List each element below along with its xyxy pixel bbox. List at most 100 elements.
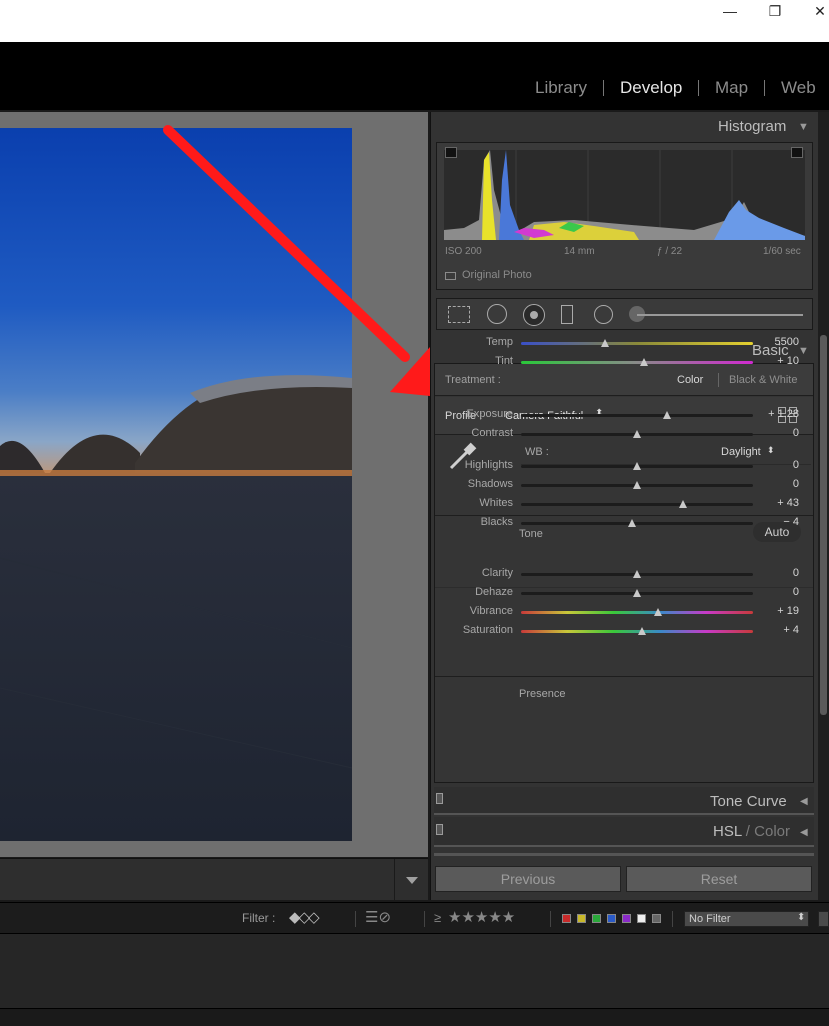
expand-triangle-icon[interactable]: ◀ — [800, 827, 808, 838]
filter-preset-value: No Filter — [689, 913, 731, 925]
treatment-label: Treatment : — [445, 374, 501, 386]
collapse-triangle-icon[interactable]: ▼ — [798, 121, 809, 133]
filter-lock-icon[interactable] — [818, 911, 829, 927]
collapse-triangle-icon[interactable]: ▼ — [798, 345, 809, 357]
star-rating-filter[interactable]: ★★★★★ — [448, 908, 515, 926]
graduated-filter-icon[interactable] — [561, 305, 573, 324]
tool-strip — [436, 298, 813, 330]
rating-operator[interactable]: ≥ — [434, 910, 441, 925]
slider-thumb-blacks[interactable] — [628, 519, 637, 527]
filter-preset-select[interactable]: No Filter ⬍ — [684, 911, 809, 927]
slider-thumb-temp[interactable] — [600, 339, 609, 347]
slider-value-temp[interactable]: 5500 — [759, 336, 799, 348]
highlight-clipping-icon[interactable] — [791, 147, 803, 158]
toolbar-menu-button[interactable] — [394, 859, 428, 901]
filmstrip[interactable] — [0, 934, 829, 1008]
module-map[interactable]: Map — [715, 78, 748, 98]
slider-value-highlights[interactable]: 0 — [759, 459, 799, 471]
treatment-row: Treatment : Color Black & White — [435, 364, 813, 396]
slider-value-whites[interactable]: + 43 — [759, 497, 799, 509]
aperture-readout: ƒ / 22 — [657, 246, 683, 257]
treatment-bw-option[interactable]: Black & White — [729, 374, 797, 386]
slider-track-tint[interactable] — [521, 361, 753, 364]
filmstrip-filter-bar: Filter : ◆◇◇ ☰⊘ ≥ ★★★★★ No Filter ⬍ — [0, 902, 829, 934]
annotation-arrow — [163, 125, 440, 397]
flag-filter-icon[interactable]: ◆◇◇ — [289, 908, 320, 926]
slider-label-shadows: Shadows — [467, 478, 513, 490]
slider-thumb-whites[interactable] — [679, 500, 688, 508]
edit-filter-icon[interactable]: ☰⊘ — [365, 908, 391, 926]
brush-slider[interactable] — [637, 314, 803, 316]
wb-select[interactable]: Daylight — [721, 446, 761, 458]
slider-track-exposure[interactable] — [521, 414, 753, 417]
slider-value-dehaze[interactable]: 0 — [759, 586, 799, 598]
filter-label: Filter : — [242, 911, 276, 925]
panel-toggle-icon[interactable] — [436, 793, 443, 804]
slider-track-temp[interactable] — [521, 342, 753, 345]
minimize-icon[interactable]: — — [710, 0, 750, 22]
slider-track-blacks[interactable] — [521, 522, 753, 525]
expand-triangle-icon[interactable]: ◀ — [800, 796, 808, 807]
slider-label-exposure: Exposure — [466, 408, 513, 420]
spot-removal-icon[interactable] — [487, 304, 507, 324]
module-separator — [764, 80, 765, 96]
tone-curve-header[interactable]: Tone Curve ◀ — [434, 787, 814, 815]
slider-value-exposure[interactable]: + 1.28 — [759, 408, 799, 420]
crop-tool-icon[interactable] — [448, 306, 470, 323]
slider-label-vibrance: Vibrance — [469, 605, 513, 617]
slider-thumb-clarity[interactable] — [633, 570, 641, 578]
radial-filter-icon[interactable] — [594, 305, 613, 324]
tone-section-label: Tone — [519, 528, 543, 540]
slider-label-contrast: Contrast — [471, 427, 513, 439]
histogram-title[interactable]: Histogram — [718, 118, 786, 135]
slider-track-whites[interactable] — [521, 503, 753, 506]
histogram-graph — [444, 150, 805, 240]
maximize-icon[interactable]: ❐ — [755, 0, 795, 22]
chevron-down-icon — [406, 877, 418, 884]
panel-toggle-icon[interactable] — [436, 824, 443, 835]
original-photo-checkbox[interactable] — [445, 272, 456, 280]
slider-thumb-contrast[interactable] — [633, 430, 641, 438]
updown-icon[interactable]: ⬍ — [767, 445, 775, 456]
updown-icon: ⬍ — [797, 912, 806, 923]
red-eye-icon[interactable] — [523, 304, 545, 326]
slider-thumb-dehaze[interactable] — [633, 589, 641, 597]
right-panel: Histogram ▼ ISO 200 14 mm ƒ / 22 1/60 se… — [430, 112, 818, 900]
bottom-panel-bar — [0, 1008, 829, 1026]
slider-track-vibrance[interactable] — [521, 611, 753, 614]
slider-thumb-exposure[interactable] — [663, 411, 672, 419]
original-photo-label: Original Photo — [462, 269, 532, 281]
slider-thumb-highlights[interactable] — [633, 462, 641, 470]
hsl-header[interactable]: HSL / Color ◀ — [434, 817, 814, 847]
tone-curve-title: Tone Curve — [710, 793, 787, 810]
slider-value-contrast[interactable]: 0 — [759, 427, 799, 439]
scrollbar-thumb[interactable] — [820, 335, 827, 715]
slider-value-saturation[interactable]: + 4 — [759, 624, 799, 636]
treatment-color-option[interactable]: Color — [677, 374, 703, 386]
module-separator — [698, 80, 699, 96]
slider-thumb-vibrance[interactable] — [653, 608, 662, 616]
slider-thumb-tint[interactable] — [639, 358, 648, 366]
histogram-box: ISO 200 14 mm ƒ / 22 1/60 sec Original P… — [436, 142, 813, 290]
slider-value-vibrance[interactable]: + 19 — [759, 605, 799, 617]
slider-label-saturation: Saturation — [462, 624, 513, 636]
module-web[interactable]: Web — [781, 78, 816, 98]
slider-value-shadows[interactable]: 0 — [759, 478, 799, 490]
slider-value-blacks[interactable]: − 4 — [759, 516, 799, 528]
previous-button[interactable]: Previous — [435, 866, 621, 892]
iso-readout: ISO 200 — [445, 246, 482, 257]
slider-value-clarity[interactable]: 0 — [759, 567, 799, 579]
slider-thumb-shadows[interactable] — [633, 481, 641, 489]
wb-label: WB : — [525, 446, 549, 458]
module-separator — [603, 80, 604, 96]
module-develop[interactable]: Develop — [620, 78, 682, 98]
module-picker-bar: Library Develop Map Web — [0, 42, 829, 110]
shadow-clipping-icon[interactable] — [445, 147, 457, 158]
reset-button[interactable]: Reset — [626, 866, 812, 892]
toolbar — [0, 858, 428, 901]
close-icon[interactable]: ✕ — [800, 0, 829, 22]
image-view[interactable] — [0, 112, 440, 857]
module-library[interactable]: Library — [535, 78, 587, 98]
slider-thumb-saturation[interactable] — [637, 627, 646, 635]
slider-value-tint[interactable]: + 10 — [759, 355, 799, 367]
